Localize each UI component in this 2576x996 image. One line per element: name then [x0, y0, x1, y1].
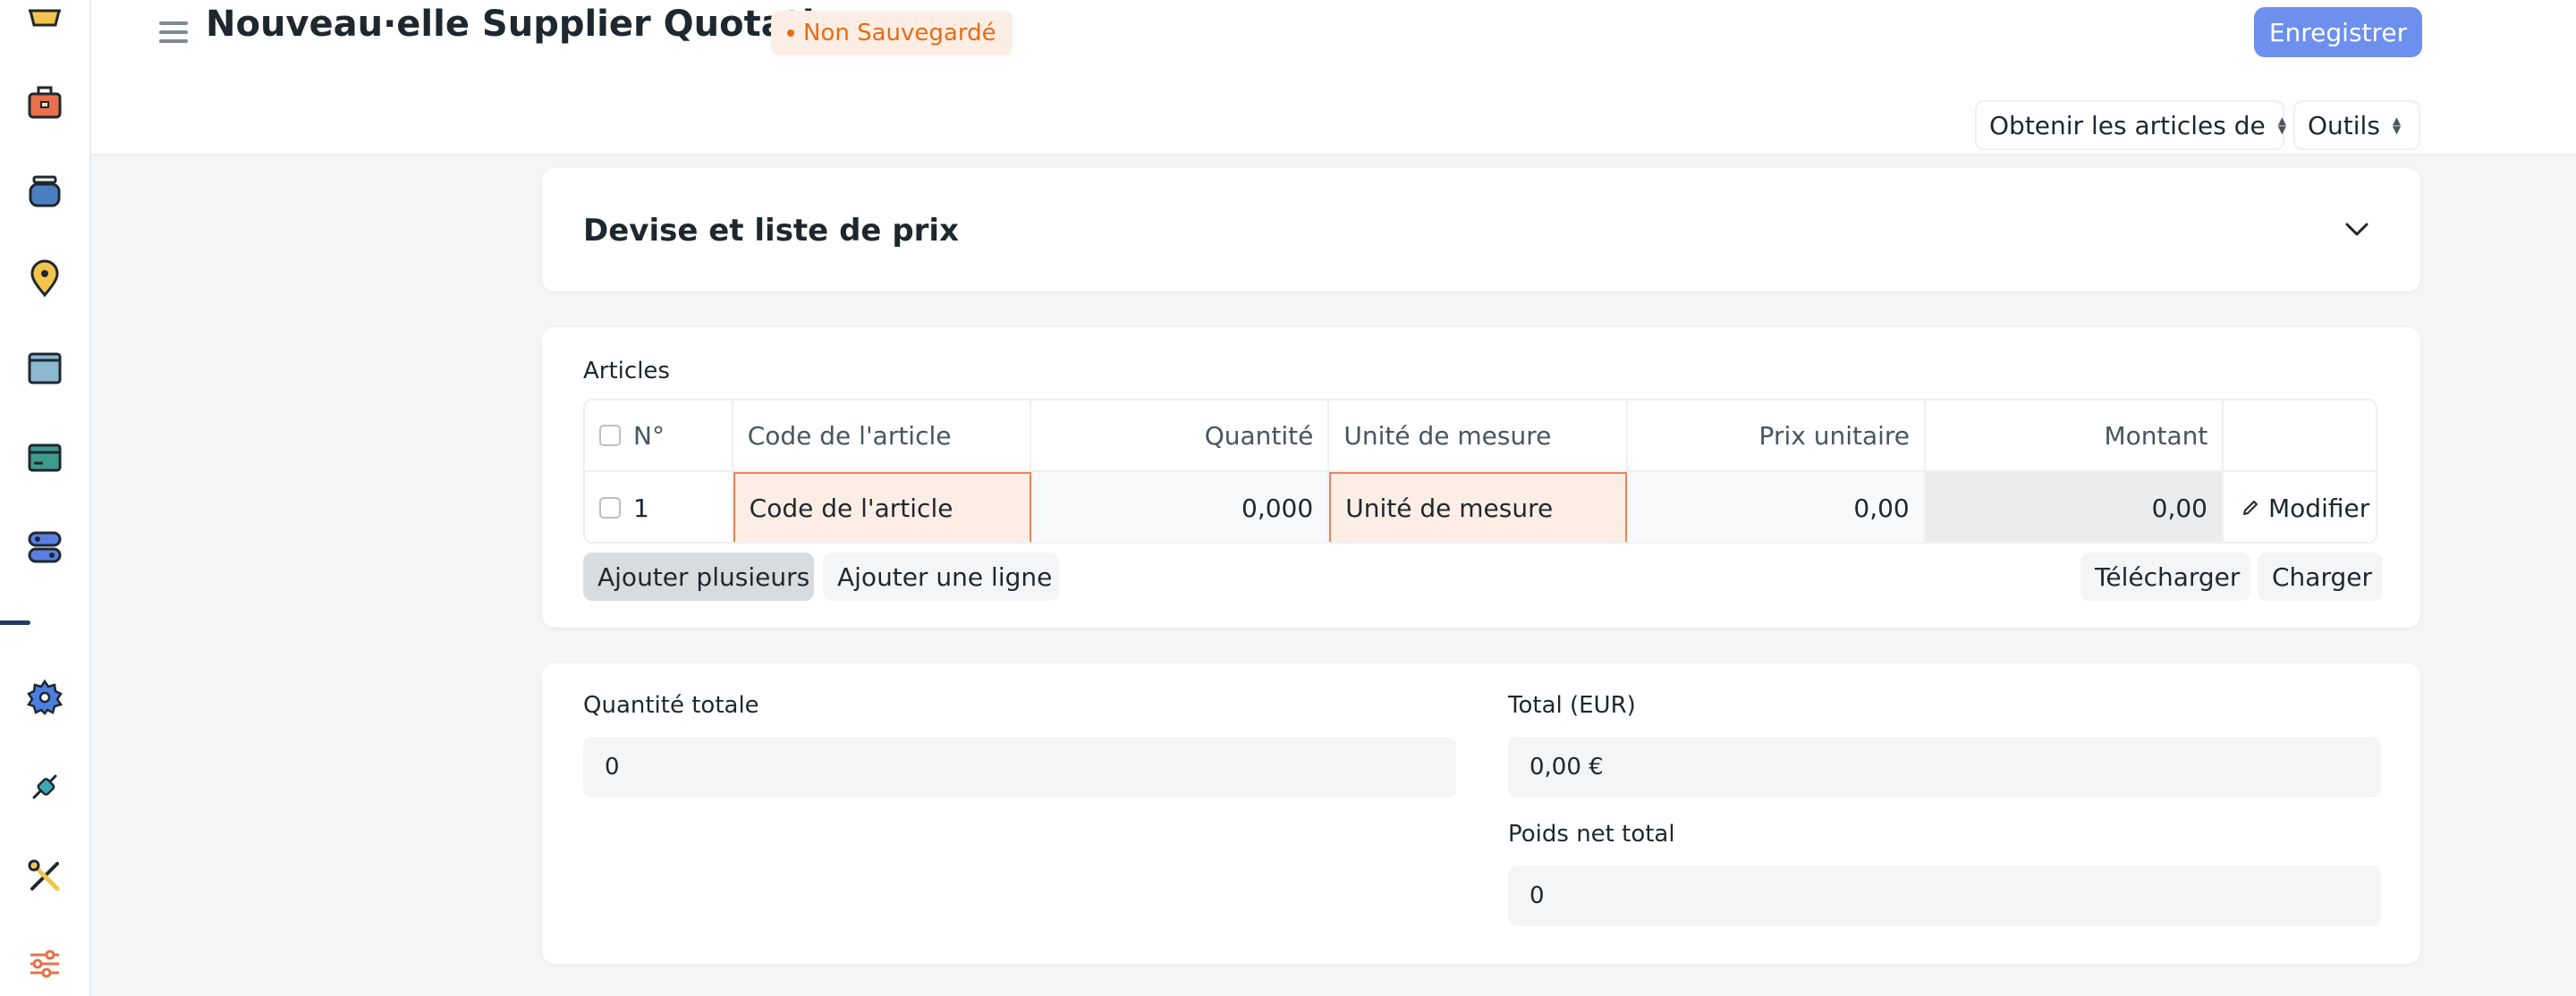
row-actions-cell: Modifier — [2224, 472, 2376, 542]
currency-price-list-section[interactable]: Devise et liste de prix — [542, 168, 2420, 291]
pencil-icon — [2241, 494, 2259, 523]
tools-icon[interactable] — [23, 855, 66, 898]
column-header: Prix unitaire — [1628, 401, 1927, 470]
column-header: Unité de mesure — [1329, 401, 1628, 470]
page-header: Nouveau·elle Supplier Quotation Non Sauv… — [91, 0, 2576, 156]
get-items-from-dropdown[interactable]: Obtenir les articles de ▲ ▼ — [1975, 100, 2286, 150]
row-index: 1 — [633, 493, 649, 523]
column-header-actions — [2224, 401, 2376, 470]
sliders-icon[interactable] — [23, 942, 66, 985]
status-text: Non Sauvegardé — [803, 20, 996, 46]
shopping-basket-icon[interactable] — [23, 0, 66, 38]
column-header: Montant — [1926, 401, 2224, 470]
stack-icon[interactable] — [23, 170, 66, 213]
briefcase-icon[interactable] — [23, 80, 66, 123]
row-index-cell: 1 — [585, 472, 733, 542]
total-qty-field[interactable]: 0 — [583, 737, 1456, 798]
item-code-input[interactable]: Code de l'article — [733, 472, 1031, 542]
card-icon[interactable] — [23, 436, 66, 479]
status-dot-icon — [787, 30, 794, 37]
upload-button[interactable]: Charger — [2258, 553, 2383, 601]
select-updown-icon: ▲ ▼ — [2277, 114, 2286, 136]
sidebar-active-indicator — [0, 620, 30, 625]
total-qty-label: Quantité totale — [583, 692, 759, 719]
plug-icon[interactable] — [23, 765, 66, 808]
quantity-input[interactable]: 0,000 — [1030, 472, 1330, 542]
select-updown-icon: ▲ ▼ — [2392, 114, 2402, 136]
column-header: Quantité — [1031, 401, 1330, 470]
section-title: Devise et liste de prix — [583, 213, 960, 249]
items-section: Articles N° Code de l'article Quantité U… — [542, 327, 2420, 628]
edit-row-label: Modifier — [2268, 493, 2370, 523]
uom-input[interactable]: Unité de mesure — [1329, 472, 1628, 542]
total-label: Total (EUR) — [1508, 692, 1636, 719]
column-header: Code de l'article — [733, 401, 1032, 470]
select-all-checkbox[interactable] — [599, 425, 621, 446]
tools-label: Outils — [2308, 110, 2380, 140]
total-field[interactable]: 0,00 € — [1508, 737, 2381, 798]
amount-value: 0,00 — [1925, 472, 2224, 542]
rate-input[interactable]: 0,00 — [1627, 472, 1926, 542]
status-badge: Non Sauvegardé — [771, 11, 1013, 55]
toggle-icon[interactable] — [23, 526, 66, 569]
map-pin-icon[interactable] — [23, 257, 66, 300]
table-row: 1 Code de l'article 0,000 Unité de mesur… — [585, 472, 2376, 542]
window-icon[interactable] — [23, 347, 66, 390]
edit-row-button[interactable]: Modifier — [2238, 494, 2369, 523]
items-table: N° Code de l'article Quantité Unité de m… — [583, 399, 2377, 544]
chevron-down-icon[interactable] — [2343, 216, 2370, 243]
tools-dropdown[interactable]: Outils ▲ ▼ — [2293, 100, 2420, 150]
header-index-cell: N° — [585, 401, 733, 470]
column-header: N° — [633, 420, 665, 451]
gear-icon[interactable] — [23, 676, 66, 719]
totals-section: Quantité totale 0 Total (EUR) 0,00 € Poi… — [542, 663, 2420, 964]
menu-toggle-icon[interactable] — [157, 18, 190, 46]
sidebar — [0, 0, 91, 996]
table-header-row: N° Code de l'article Quantité Unité de m… — [585, 401, 2376, 472]
page-title: Nouveau·elle Supplier Quotation — [206, 4, 865, 45]
add-multiple-button[interactable]: Ajouter plusieurs — [583, 553, 814, 601]
download-button[interactable]: Télécharger — [2080, 553, 2250, 601]
items-label: Articles — [583, 358, 670, 384]
row-checkbox[interactable] — [599, 497, 621, 519]
net-weight-field[interactable]: 0 — [1508, 865, 2381, 926]
net-weight-label: Poids net total — [1508, 821, 1675, 848]
get-items-from-label: Obtenir les articles de — [1989, 110, 2266, 140]
save-button[interactable]: Enregistrer — [2254, 7, 2422, 57]
add-row-button[interactable]: Ajouter une ligne — [823, 553, 1059, 601]
